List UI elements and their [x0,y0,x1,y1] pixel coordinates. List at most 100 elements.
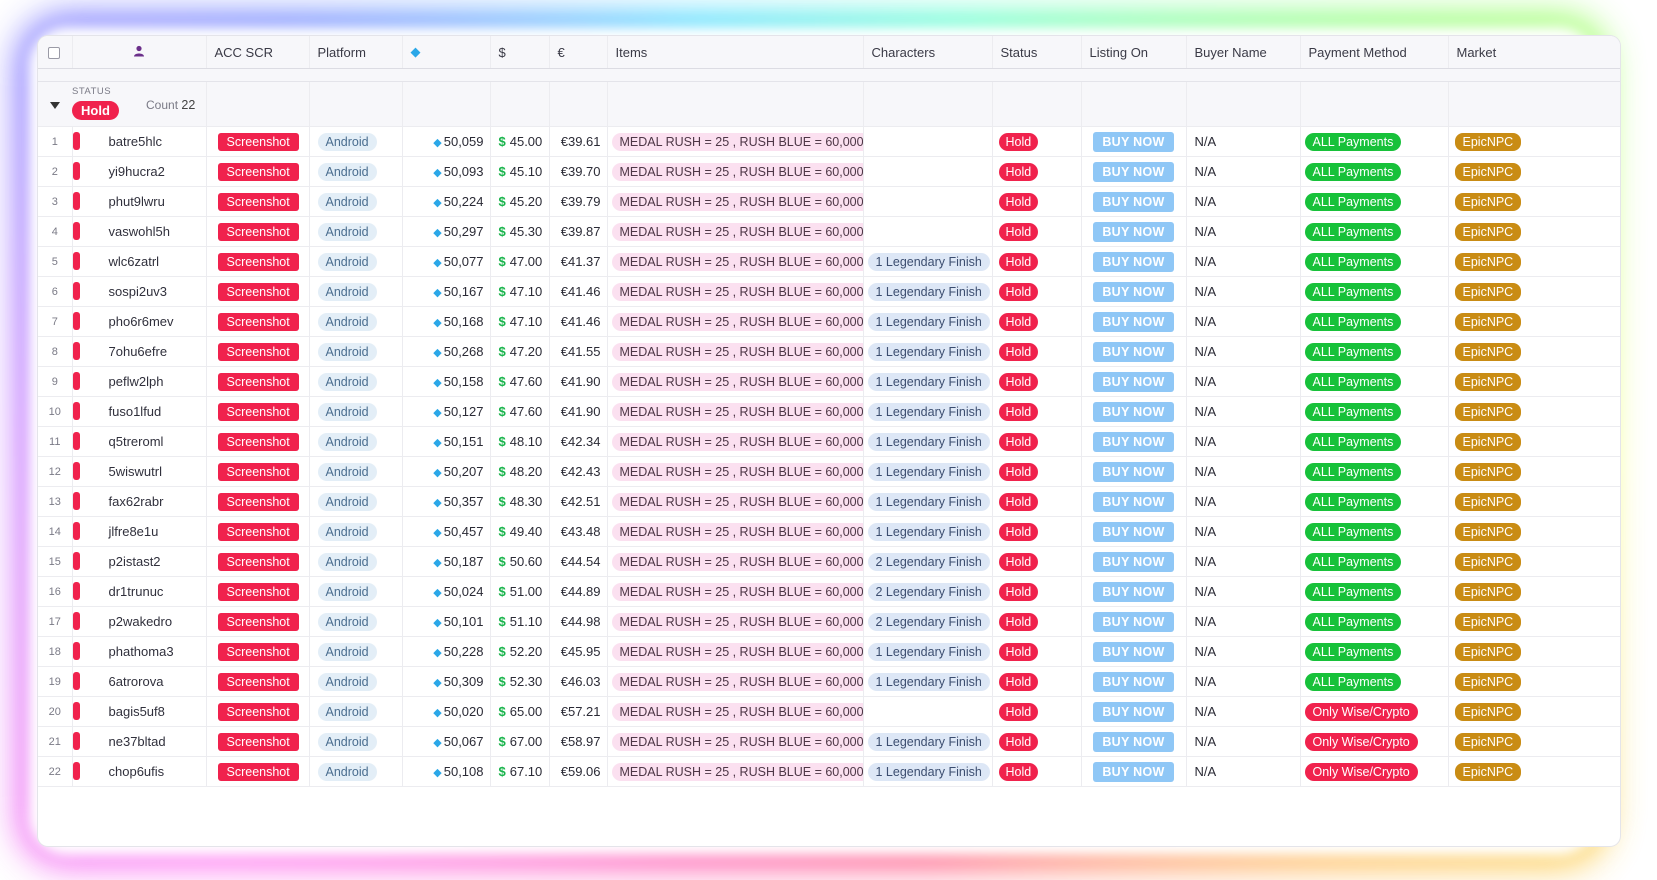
status-cell[interactable]: Hold [992,126,1082,157]
table-row[interactable]: 3 phut9lwru Screenshot Android ◆ 50,224 $45.20… [38,186,1620,217]
market-cell[interactable]: EpicNPC [1448,216,1620,247]
buy-now-button[interactable]: BUY NOW [1093,371,1174,392]
buy-now-button[interactable]: BUY NOW [1093,641,1174,662]
buy-now-button[interactable]: BUY NOW [1093,731,1174,752]
status-cell[interactable]: Hold [992,726,1082,757]
market-cell[interactable]: EpicNPC [1448,696,1620,727]
table-row[interactable]: 20 bagis5uf8 Screenshot Android ◆ 50,020 $65.0… [38,696,1620,727]
buy-now-button[interactable]: BUY NOW [1093,461,1174,482]
payment-cell[interactable]: ALL Payments [1300,666,1449,697]
buy-now-button[interactable]: BUY NOW [1093,431,1174,452]
screenshot-link[interactable]: Screenshot [217,702,299,721]
payment-cell[interactable]: ALL Payments [1300,396,1449,427]
eur-header[interactable]: € [549,36,608,69]
table-row[interactable]: 1 batre5hlc Screenshot Android ◆ 50,059 $45.00… [38,126,1620,157]
account-cell[interactable]: p2wakedro [72,606,207,637]
screenshot-link[interactable]: Screenshot [217,222,299,241]
account-cell[interactable]: 7ohu6efre [72,336,207,367]
account-cell[interactable]: bagis5uf8 [72,696,207,727]
market-cell[interactable]: EpicNPC [1448,366,1620,397]
account-cell[interactable]: q5treroml [72,426,207,457]
buy-now-button[interactable]: BUY NOW [1093,161,1174,182]
market-cell[interactable]: EpicNPC [1448,486,1620,517]
gems-header[interactable]: ◆ [402,36,491,69]
screenshot-link[interactable]: Screenshot [217,402,299,421]
table-row[interactable]: 11 q5treroml Screenshot Android ◆ 50,151 $48.1… [38,426,1620,457]
payment-cell[interactable]: ALL Payments [1300,546,1449,577]
status-cell[interactable]: Hold [992,156,1082,187]
payment-cell[interactable]: ALL Payments [1300,276,1449,307]
payment-cell[interactable]: ALL Payments [1300,426,1449,457]
screenshot-link[interactable]: Screenshot [217,642,299,661]
status-cell[interactable]: Hold [992,666,1082,697]
buy-now-button[interactable]: BUY NOW [1093,281,1174,302]
account-cell[interactable]: dr1trunuc [72,576,207,607]
market-cell[interactable]: EpicNPC [1448,666,1620,697]
account-cell[interactable]: ne37bltad [72,726,207,757]
status-cell[interactable]: Hold [992,456,1082,487]
screenshot-link[interactable]: Screenshot [217,552,299,571]
account-cell[interactable]: wlc6zatrl [72,246,207,277]
market-cell[interactable]: EpicNPC [1448,576,1620,607]
payment-cell[interactable]: ALL Payments [1300,516,1449,547]
market-cell[interactable]: EpicNPC [1448,516,1620,547]
items-header[interactable]: Items [607,36,864,69]
account-cell[interactable]: 5wiswutrl [72,456,207,487]
table-row[interactable]: 5 wlc6zatrl Screenshot Android ◆ 50,077 $47.00… [38,246,1620,277]
collapse-caret-icon[interactable] [50,102,60,109]
payment-cell[interactable]: Only Wise/Crypto [1300,726,1449,757]
account-cell[interactable]: phut9lwru [72,186,207,217]
buy-now-button[interactable]: BUY NOW [1093,611,1174,632]
select-all-checkbox[interactable] [48,47,60,60]
status-cell[interactable]: Hold [992,486,1082,517]
table-row[interactable]: 2 yi9hucra2 Screenshot Android ◆ 50,093 $45.10… [38,156,1620,187]
payment-cell[interactable]: ALL Payments [1300,306,1449,337]
buy-now-button[interactable]: BUY NOW [1093,341,1174,362]
buy-now-button[interactable]: BUY NOW [1093,521,1174,542]
screenshot-link[interactable]: Screenshot [217,732,299,751]
screenshot-link[interactable]: Screenshot [217,582,299,601]
screenshot-link[interactable]: Screenshot [217,132,299,151]
payment-cell[interactable]: ALL Payments [1300,486,1449,517]
table-row[interactable]: 12 5wiswutrl Screenshot Android ◆ 50,207 $48.2… [38,456,1620,487]
buy-now-button[interactable]: BUY NOW [1093,671,1174,692]
account-cell[interactable]: peflw2lph [72,366,207,397]
market-cell[interactable]: EpicNPC [1448,456,1620,487]
payment-cell[interactable]: ALL Payments [1300,156,1449,187]
account-cell[interactable]: 6atrorova [72,666,207,697]
payment-cell[interactable]: ALL Payments [1300,126,1449,157]
market-cell[interactable]: EpicNPC [1448,276,1620,307]
group-header-hold[interactable]: STATUS Hold Count 22 [38,81,1620,127]
account-cell[interactable]: yi9hucra2 [72,156,207,187]
status-cell[interactable]: Hold [992,306,1082,337]
usd-header[interactable]: $ [490,36,550,69]
market-cell[interactable]: EpicNPC [1448,306,1620,337]
status-cell[interactable]: Hold [992,576,1082,607]
status-cell[interactable]: Hold [992,426,1082,457]
buyer-name-header[interactable]: Buyer Name [1186,36,1301,69]
buy-now-button[interactable]: BUY NOW [1093,221,1174,242]
market-cell[interactable]: EpicNPC [1448,246,1620,277]
market-cell[interactable]: EpicNPC [1448,546,1620,577]
table-row[interactable]: 16 dr1trunuc Screenshot Android ◆ 50,024 $51.0… [38,576,1620,607]
screenshot-link[interactable]: Screenshot [217,162,299,181]
status-cell[interactable]: Hold [992,276,1082,307]
buy-now-button[interactable]: BUY NOW [1093,581,1174,602]
table-row[interactable]: 10 fuso1lfud Screenshot Android ◆ 50,127 $47.6… [38,396,1620,427]
table-row[interactable]: 4 vaswohl5h Screenshot Android ◆ 50,297 $45.30… [38,216,1620,247]
account-cell[interactable]: fax62rabr [72,486,207,517]
table-row[interactable]: 18 phathoma3 Screenshot Android ◆ 50,228 $52.2… [38,636,1620,667]
payment-cell[interactable]: ALL Payments [1300,366,1449,397]
account-header[interactable] [72,36,207,69]
payment-cell[interactable]: ALL Payments [1300,246,1449,277]
table-row[interactable]: 13 fax62rabr Screenshot Android ◆ 50,357 $48.3… [38,486,1620,517]
payment-cell[interactable]: ALL Payments [1300,216,1449,247]
market-cell[interactable]: EpicNPC [1448,156,1620,187]
screenshot-link[interactable]: Screenshot [217,672,299,691]
account-cell[interactable]: jlfre8e1u [72,516,207,547]
table-row[interactable]: 8 7ohu6efre Screenshot Android ◆ 50,268 $47.20… [38,336,1620,367]
market-cell[interactable]: EpicNPC [1448,756,1620,787]
market-cell[interactable]: EpicNPC [1448,396,1620,427]
market-cell[interactable]: EpicNPC [1448,636,1620,667]
market-cell[interactable]: EpicNPC [1448,726,1620,757]
